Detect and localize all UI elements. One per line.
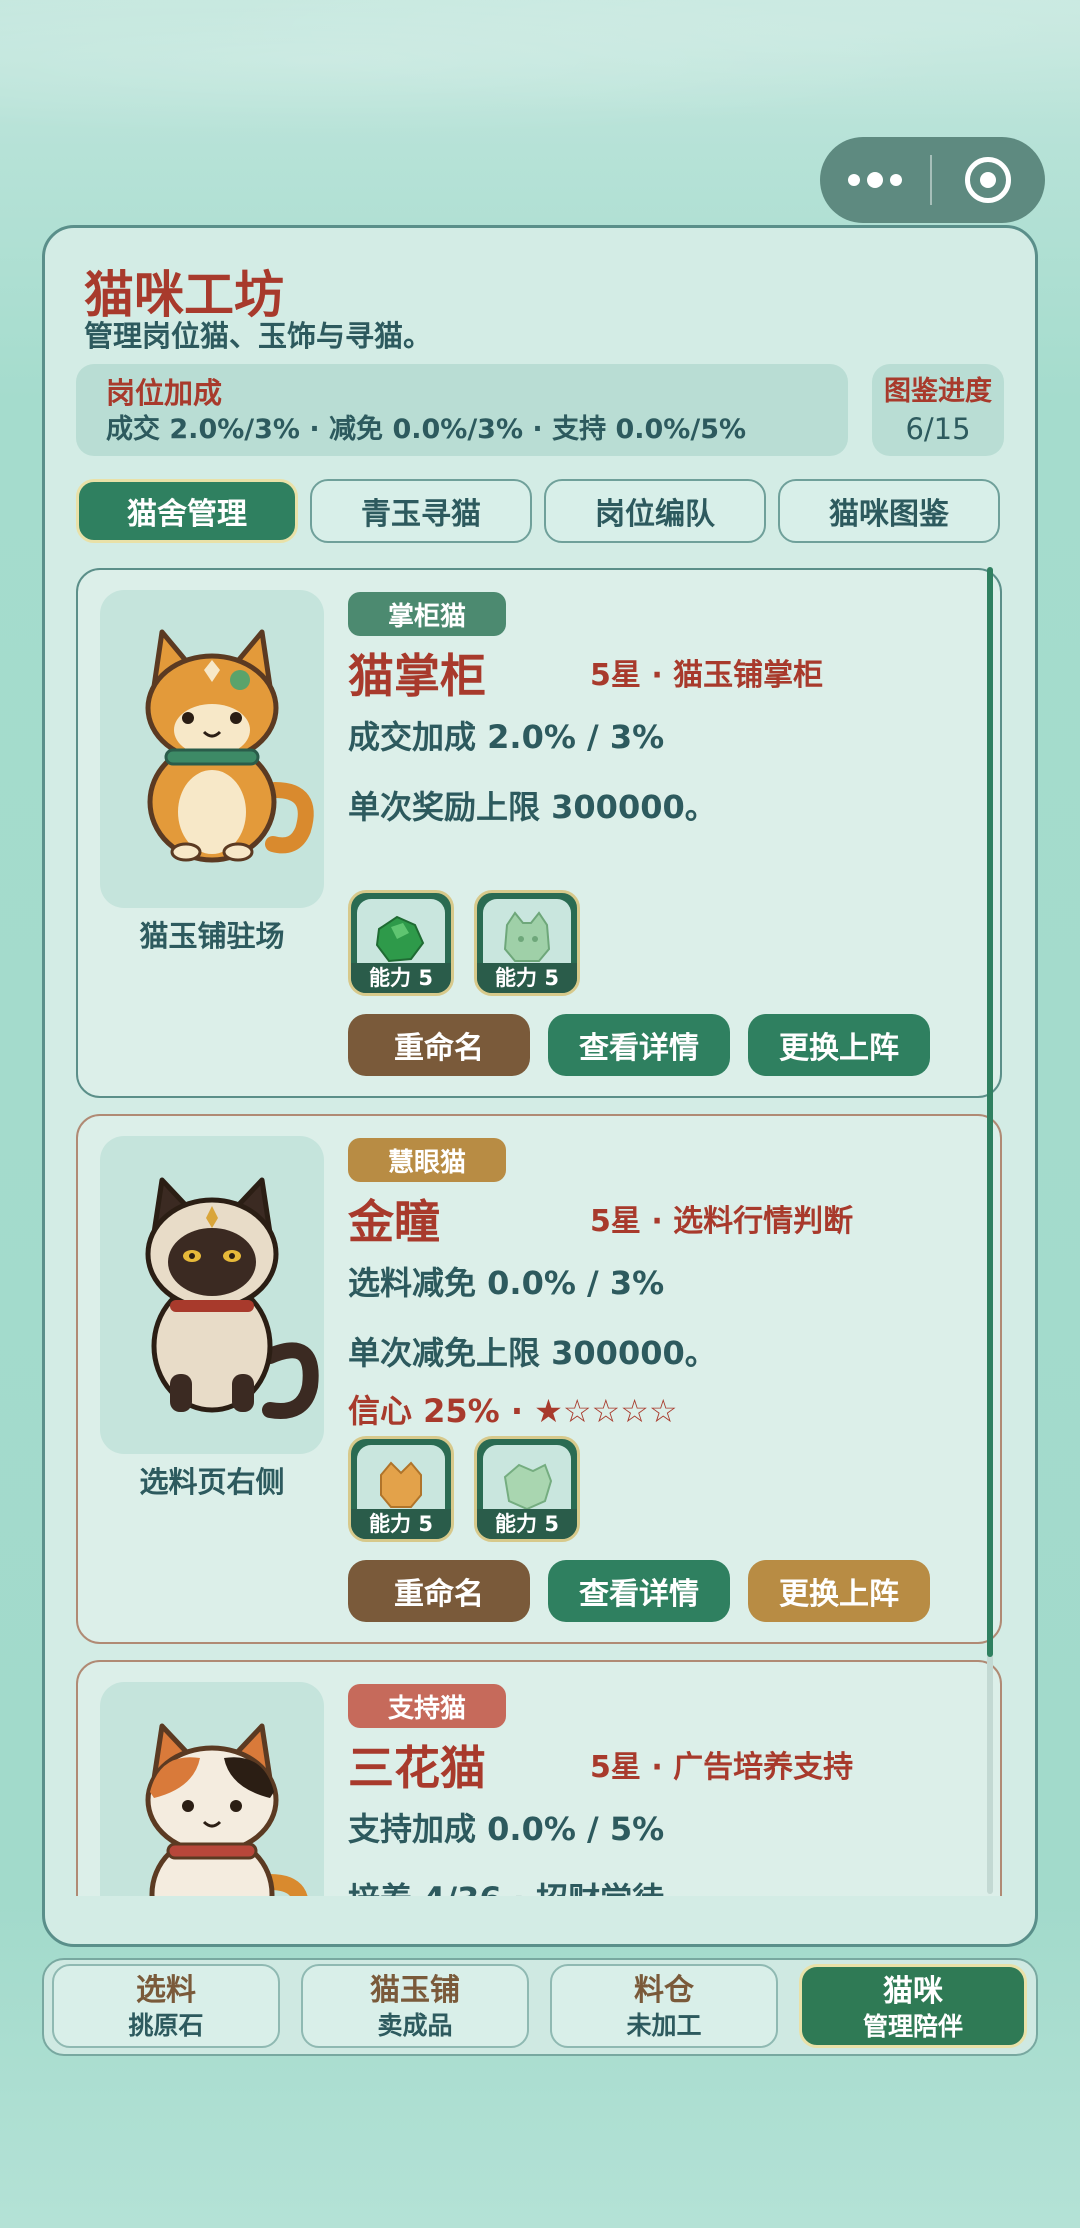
view-details-button[interactable]: 查看详情 xyxy=(548,1560,730,1622)
position-bonus-box: 岗位加成 成交 2.0%/3% · 减免 0.0%/3% · 支持 0.0%/5… xyxy=(76,364,848,456)
progress-value: 6/15 xyxy=(905,412,971,446)
cat-training: 培养 4/36 · 招财学徒 xyxy=(348,1874,664,1896)
cat-name: 金瞳 xyxy=(348,1195,440,1249)
close-target-icon[interactable] xyxy=(932,137,1044,223)
collection-progress-box[interactable]: 图鉴进度 6/15 xyxy=(872,364,1004,456)
cat-limit: 单次减免上限 300000。 xyxy=(348,1334,717,1372)
cat-location: 猫玉铺驻场 xyxy=(139,919,285,953)
gem-caption: 能力 5 xyxy=(477,1509,577,1539)
nav-item-jade-shop[interactable]: 猫玉铺 卖成品 xyxy=(301,1964,529,2048)
change-deploy-button[interactable]: 更换上阵 xyxy=(748,1014,930,1076)
nav-title: 猫咪 xyxy=(883,1974,943,2009)
more-icon[interactable] xyxy=(820,137,930,223)
cat-bonus: 选料减免 0.0% / 3% xyxy=(348,1264,665,1302)
role-badge: 慧眼猫 xyxy=(348,1138,506,1182)
view-details-button[interactable]: 查看详情 xyxy=(548,1014,730,1076)
top-background xyxy=(0,0,1080,150)
cat-card: 猫玉铺驻场 掌柜猫 猫掌柜 5星 · 猫玉铺掌柜 成交加成 2.0% / 3% … xyxy=(76,568,1002,1098)
cat-meta: 5星 · 猫玉铺掌柜 xyxy=(590,658,824,693)
jade-gem-slot[interactable]: 能力 5 xyxy=(474,1436,580,1542)
nav-item-cats[interactable]: 猫咪 管理陪伴 xyxy=(799,1964,1027,2048)
cat-location: 选料页右侧 xyxy=(139,1465,285,1499)
rename-button[interactable]: 重命名 xyxy=(348,1560,530,1622)
change-deploy-button[interactable]: 更换上阵 xyxy=(748,1560,930,1622)
nav-item-select-material[interactable]: 选料 挑原石 xyxy=(52,1964,280,2048)
role-badge: 掌柜猫 xyxy=(348,592,506,636)
cat-portrait[interactable] xyxy=(100,1136,324,1454)
cat-card: 支持猫 三花猫 5星 · 广告培养支持 支持加成 0.0% / 5% 培养 4/… xyxy=(76,1660,1002,1896)
miniprogram-capsule xyxy=(820,137,1045,223)
tab-cattery[interactable]: 猫舍管理 xyxy=(76,479,298,543)
cat-list[interactable]: 猫玉铺驻场 掌柜猫 猫掌柜 5星 · 猫玉铺掌柜 成交加成 2.0% / 3% … xyxy=(76,566,1006,1896)
rename-button[interactable]: 重命名 xyxy=(348,1014,530,1076)
jade-gem-slot[interactable]: 能力 5 xyxy=(348,890,454,996)
bonus-value: 成交 2.0%/3% · 减免 0.0%/3% · 支持 0.0%/5% xyxy=(106,414,747,445)
jade-gem-slot[interactable]: 能力 5 xyxy=(474,890,580,996)
nav-title: 选料 xyxy=(136,1973,196,2008)
gem-caption: 能力 5 xyxy=(351,963,451,993)
nav-item-warehouse[interactable]: 料仓 未加工 xyxy=(550,1964,778,2048)
nav-sub: 未加工 xyxy=(626,2011,702,2040)
tab-cat-collection[interactable]: 猫咪图鉴 xyxy=(778,479,1000,543)
nav-title: 料仓 xyxy=(634,1973,694,2008)
nav-sub: 管理陪伴 xyxy=(862,2012,963,2041)
gem-caption: 能力 5 xyxy=(477,963,577,993)
progress-label: 图鉴进度 xyxy=(884,376,992,407)
cat-bonus: 支持加成 0.0% / 5% xyxy=(348,1810,665,1848)
tab-jade-search[interactable]: 青玉寻猫 xyxy=(310,479,532,543)
cat-bonus: 成交加成 2.0% / 3% xyxy=(348,718,665,756)
nav-sub: 卖成品 xyxy=(377,2011,453,2040)
cat-limit: 单次奖励上限 300000。 xyxy=(348,788,717,826)
nav-title: 猫玉铺 xyxy=(370,1973,460,2008)
cat-portrait[interactable] xyxy=(100,590,324,908)
cat-name: 猫掌柜 xyxy=(348,649,486,703)
gem-caption: 能力 5 xyxy=(351,1509,451,1539)
page-subtitle: 管理岗位猫、玉饰与寻猫。 xyxy=(84,319,433,353)
bonus-label: 岗位加成 xyxy=(106,376,223,410)
tab-formation[interactable]: 岗位编队 xyxy=(544,479,766,543)
cat-confidence: 信心 25% · ★☆☆☆☆ xyxy=(348,1392,678,1430)
jade-gem-slot[interactable]: 能力 5 xyxy=(348,1436,454,1542)
cat-portrait[interactable] xyxy=(100,1682,324,1896)
nav-sub: 挑原石 xyxy=(128,2011,204,2040)
cat-meta: 5星 · 选料行情判断 xyxy=(590,1204,854,1239)
scrollbar-thumb[interactable] xyxy=(987,567,993,1657)
cat-card: 选料页右侧 慧眼猫 金瞳 5星 · 选料行情判断 选料减免 0.0% / 3% … xyxy=(76,1114,1002,1644)
cat-meta: 5星 · 广告培养支持 xyxy=(590,1750,854,1785)
role-badge: 支持猫 xyxy=(348,1684,506,1728)
cat-name: 三花猫 xyxy=(348,1741,486,1795)
